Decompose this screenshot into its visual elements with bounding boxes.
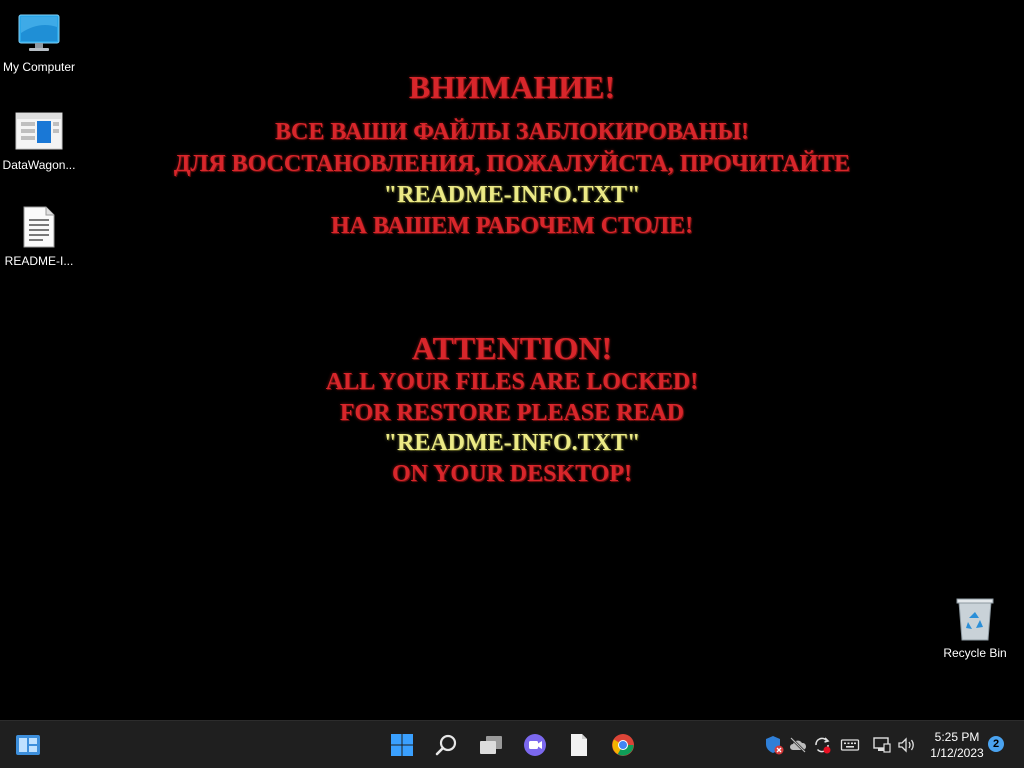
widgets-icon	[16, 735, 40, 755]
monitor-icon	[15, 10, 63, 56]
taskbar: 5:25 PM 1/12/2023	[0, 720, 1024, 768]
ransom-file-ru: "README-INFO.TXT"	[383, 182, 641, 208]
widgets-button[interactable]	[12, 729, 44, 761]
chat-button[interactable]	[519, 729, 551, 761]
desktop-icon-recycle-bin[interactable]: Recycle Bin	[936, 596, 1014, 660]
ransom-line-en-2: FOR RESTORE PLEASE READ	[339, 400, 685, 426]
chrome-button[interactable]	[607, 729, 639, 761]
network-icon[interactable]	[872, 735, 892, 755]
ransom-heading-ru: ВНИМАНИЕ!	[408, 69, 616, 105]
task-view-icon	[480, 736, 502, 754]
clock-time: 5:25 PM	[934, 730, 980, 744]
volume-icon[interactable]	[896, 735, 916, 755]
cloud-offline-icon[interactable]	[788, 735, 808, 755]
file-explorer-button[interactable]	[563, 729, 595, 761]
clock-date: 1/12/2023	[930, 746, 984, 760]
task-view-button[interactable]	[475, 729, 507, 761]
recycle-bin-icon	[951, 596, 999, 642]
desktop-icon-label: README-I...	[4, 254, 74, 268]
ransom-line-ru-1: ВСЕ ВАШИ ФАЙЛЫ ЗАБЛОКИРОВАНЫ!	[275, 119, 749, 145]
ransom-line-en-3: ON YOUR DESKTOP!	[391, 461, 633, 487]
security-icon[interactable]	[764, 735, 784, 755]
ransom-line-ru-3: НА ВАШЕМ РАБОЧЕМ СТОЛЕ!	[330, 213, 694, 239]
ransom-heading-en: ATTENTION!	[411, 330, 613, 366]
start-icon	[391, 734, 413, 756]
chat-icon	[524, 734, 546, 756]
search-button[interactable]	[431, 729, 463, 761]
desktop-icon-label: Recycle Bin	[943, 646, 1007, 660]
ransom-file-en: "README-INFO.TXT"	[383, 430, 641, 456]
desktop: My Computer DataWagon... README-I... Rec…	[0, 0, 1024, 720]
clock[interactable]: 5:25 PM 1/12/2023	[922, 729, 992, 761]
file-icon	[571, 734, 587, 756]
sync-icon[interactable]	[812, 735, 832, 755]
desktop-icon-my-computer[interactable]: My Computer	[0, 10, 78, 74]
ransom-line-en-1: ALL YOUR FILES ARE LOCKED!	[325, 369, 699, 395]
notification-badge[interactable]: 2	[988, 736, 1004, 752]
search-icon	[435, 734, 457, 756]
chrome-icon	[612, 734, 634, 756]
ransom-line-ru-2: ДЛЯ ВОССТАНОВЛЕНИЯ, ПОЖАЛУЙСТА, ПРОЧИТАЙ…	[173, 151, 851, 177]
start-button[interactable]	[386, 729, 418, 761]
keyboard-icon[interactable]	[840, 735, 860, 755]
